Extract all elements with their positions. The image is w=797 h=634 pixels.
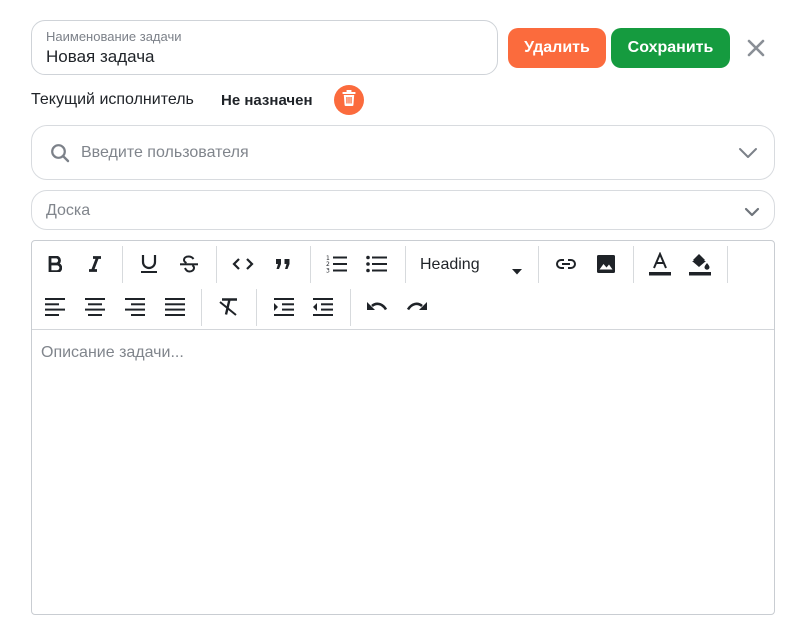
description-textarea[interactable]: Описание задачи... — [41, 344, 761, 604]
bold-icon[interactable] — [41, 250, 69, 278]
undo-icon[interactable] — [363, 293, 391, 321]
chevron-down-icon[interactable] — [738, 146, 758, 164]
trash-icon — [342, 89, 356, 111]
description-editor: 123 Heading Описание задачи... — [31, 240, 775, 615]
ordered-list-icon[interactable]: 123 — [323, 250, 351, 278]
outdent-icon[interactable] — [309, 293, 337, 321]
close-icon[interactable] — [742, 34, 770, 62]
search-icon — [50, 143, 70, 168]
current-assignee-label: Текущий исполнитель — [31, 91, 194, 108]
indent-icon[interactable] — [270, 293, 298, 321]
board-placeholder: Доска — [46, 202, 91, 219]
strikethrough-icon[interactable] — [175, 250, 203, 278]
text-color-icon[interactable] — [646, 250, 674, 278]
image-icon[interactable] — [592, 250, 620, 278]
align-right-icon[interactable] — [121, 293, 149, 321]
highlight-color-icon[interactable] — [686, 250, 714, 278]
blockquote-icon[interactable] — [269, 250, 297, 278]
link-icon[interactable] — [552, 250, 580, 278]
heading-select-label: Heading — [420, 256, 480, 273]
align-center-icon[interactable] — [81, 293, 109, 321]
task-title-input[interactable] — [46, 46, 476, 68]
current-assignee-value: Не назначен — [221, 92, 313, 109]
align-justify-icon[interactable] — [161, 293, 189, 321]
redo-icon[interactable] — [403, 293, 431, 321]
save-button[interactable]: Сохранить — [611, 28, 730, 68]
board-select[interactable]: Доска — [31, 190, 775, 230]
editor-toolbar: 123 Heading — [32, 241, 774, 330]
remove-assignee-button[interactable] — [334, 85, 364, 115]
bullet-list-icon[interactable] — [363, 250, 391, 278]
underline-icon[interactable] — [135, 250, 163, 278]
clear-format-icon[interactable] — [215, 293, 243, 321]
task-title-label: Наименование задачи — [46, 29, 182, 44]
task-title-field[interactable]: Наименование задачи — [31, 20, 498, 75]
code-icon[interactable] — [229, 250, 257, 278]
svg-text:3: 3 — [326, 268, 330, 275]
user-search-input[interactable] — [81, 140, 701, 166]
italic-icon[interactable] — [81, 250, 109, 278]
caret-down-icon — [512, 262, 522, 280]
align-left-icon[interactable] — [41, 293, 69, 321]
user-select[interactable] — [31, 125, 775, 180]
delete-button[interactable]: Удалить — [508, 28, 606, 68]
chevron-down-icon[interactable] — [744, 204, 760, 222]
heading-select[interactable]: Heading — [420, 251, 524, 279]
